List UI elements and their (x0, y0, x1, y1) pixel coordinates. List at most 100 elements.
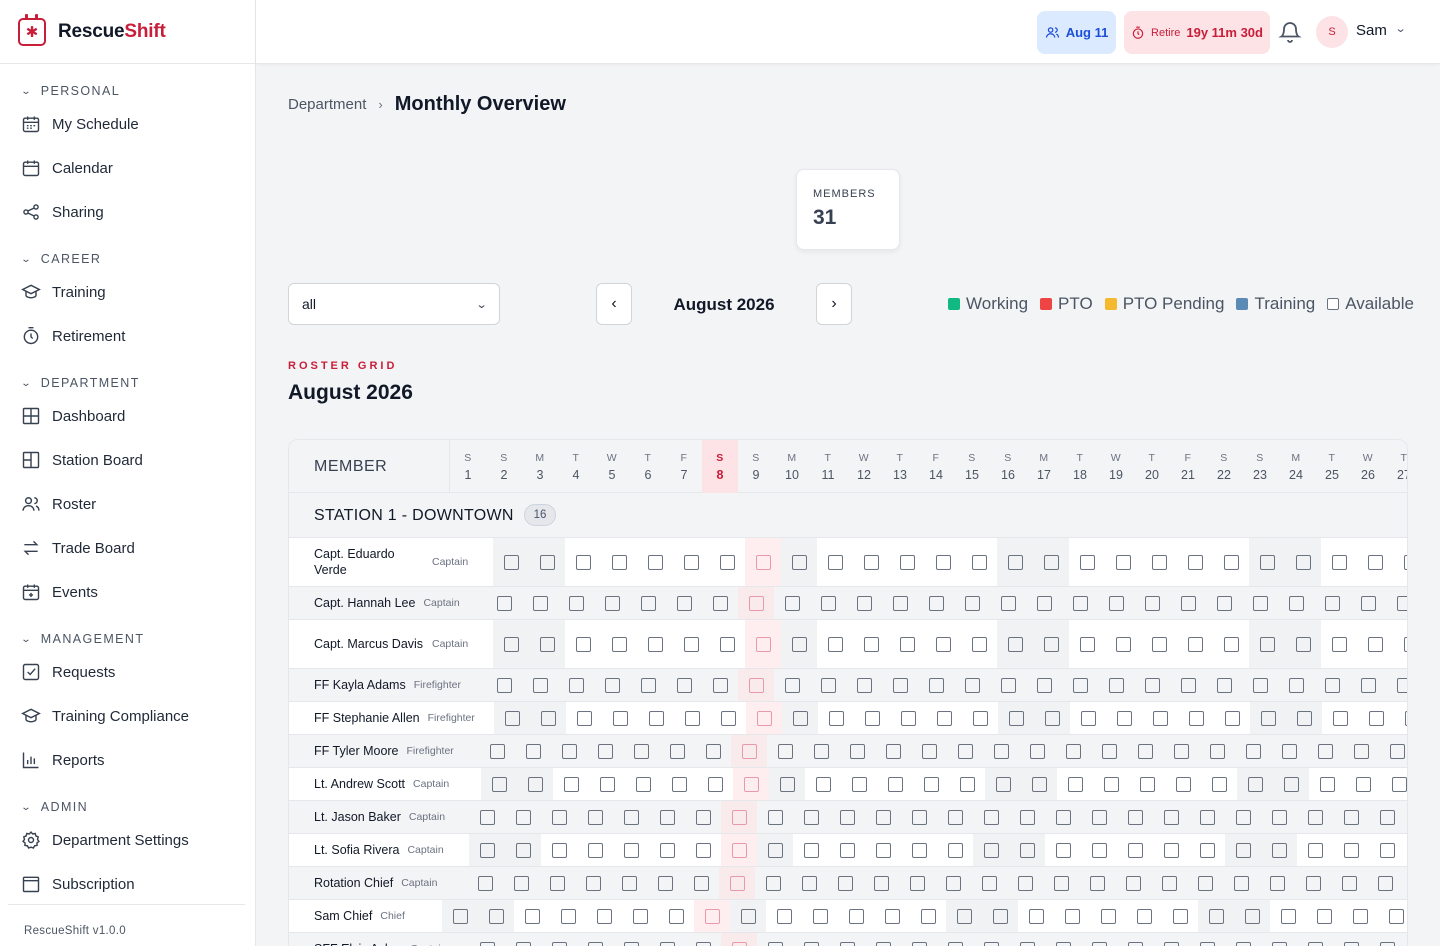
roster-cell-checkbox[interactable] (1017, 875, 1033, 891)
roster-cell-checkbox[interactable] (479, 941, 495, 946)
roster-cell-checkbox[interactable] (1199, 809, 1215, 825)
roster-cell-checkbox[interactable] (1259, 554, 1275, 570)
roster-cell-checkbox[interactable] (892, 595, 908, 611)
roster-cell-checkbox[interactable] (864, 710, 880, 726)
roster-cell-checkbox[interactable] (1151, 554, 1167, 570)
roster-cell-checkbox[interactable] (1404, 710, 1407, 726)
roster-cell-checkbox[interactable] (1331, 636, 1347, 652)
avatar[interactable]: S (1316, 16, 1348, 48)
roster-cell-checkbox[interactable] (820, 677, 836, 693)
roster-cell-checkbox[interactable] (729, 875, 745, 891)
member-name[interactable]: SFF Elvis Acker (314, 941, 402, 946)
roster-cell-checkbox[interactable] (964, 677, 980, 693)
roster-cell-checkbox[interactable] (1245, 743, 1261, 759)
roster-cell-checkbox[interactable] (676, 677, 692, 693)
roster-cell-checkbox[interactable] (1197, 875, 1213, 891)
sidebar-item-events[interactable]: Events (0, 570, 255, 614)
roster-cell-checkbox[interactable] (551, 842, 567, 858)
day-column-header[interactable]: F7 (666, 440, 702, 493)
roster-cell-checkbox[interactable] (909, 875, 925, 891)
roster-cell-checkbox[interactable] (695, 941, 711, 946)
member-row[interactable]: Lt. Jason Baker Captain (289, 801, 1407, 834)
roster-cell-checkbox[interactable] (792, 710, 808, 726)
roster-cell-checkbox[interactable] (1305, 875, 1321, 891)
roster-cell-checkbox[interactable] (1353, 743, 1369, 759)
day-column-header[interactable]: T 11 (810, 440, 846, 493)
brand[interactable]: ✱ RescueShift (0, 0, 255, 64)
roster-cell-checkbox[interactable] (995, 776, 1011, 792)
roster-cell-checkbox[interactable] (587, 809, 603, 825)
sidebar-item-trade-board[interactable]: Trade Board (0, 526, 255, 570)
roster-cell-checkbox[interactable] (1199, 842, 1215, 858)
roster-cell-checkbox[interactable] (815, 776, 831, 792)
roster-cell-checkbox[interactable] (856, 677, 872, 693)
roster-cell-checkbox[interactable] (1137, 743, 1153, 759)
roster-cell-checkbox[interactable] (899, 636, 915, 652)
roster-cell-checkbox[interactable] (587, 941, 603, 946)
roster-cell-checkbox[interactable] (748, 677, 764, 693)
roster-cell-checkbox[interactable] (1360, 677, 1376, 693)
member-row[interactable]: Capt. Eduardo Verde Captain (289, 538, 1407, 587)
roster-cell-checkbox[interactable] (1377, 875, 1393, 891)
roster-cell-checkbox[interactable] (1065, 743, 1081, 759)
roster-cell-checkbox[interactable] (659, 809, 675, 825)
roster-cell-checkbox[interactable] (784, 595, 800, 611)
roster-cell-checkbox[interactable] (515, 809, 531, 825)
roster-cell-checkbox[interactable] (1067, 776, 1083, 792)
roster-cell-checkbox[interactable] (828, 710, 844, 726)
roster-cell-checkbox[interactable] (1127, 941, 1143, 946)
roster-cell-checkbox[interactable] (1028, 908, 1044, 924)
bell-icon[interactable] (1278, 20, 1302, 44)
member-name[interactable]: Sam Chief (314, 908, 372, 924)
day-column-header[interactable]: S 23 (1242, 440, 1278, 493)
roster-cell-checkbox[interactable] (1316, 908, 1332, 924)
roster-cell-checkbox[interactable] (920, 908, 936, 924)
roster-cell-checkbox[interactable] (1173, 743, 1189, 759)
roster-cell-checkbox[interactable] (899, 554, 915, 570)
roster-cell-checkbox[interactable] (683, 636, 699, 652)
day-column-header[interactable]: S 16 (990, 440, 1026, 493)
roster-cell-checkbox[interactable] (983, 941, 999, 946)
roster-cell-checkbox[interactable] (1043, 636, 1059, 652)
roster-cell-checkbox[interactable] (1295, 554, 1311, 570)
roster-cell-checkbox[interactable] (1163, 809, 1179, 825)
roster-cell-checkbox[interactable] (1295, 636, 1311, 652)
roster-cell-checkbox[interactable] (755, 554, 771, 570)
roster-cell-checkbox[interactable] (1391, 776, 1407, 792)
roster-cell-checkbox[interactable] (587, 842, 603, 858)
roster-cell-checkbox[interactable] (1379, 941, 1395, 946)
roster-cell-checkbox[interactable] (767, 941, 783, 946)
roster-cell-checkbox[interactable] (1367, 636, 1383, 652)
roster-cell-checkbox[interactable] (1260, 710, 1276, 726)
roster-cell-checkbox[interactable] (1332, 710, 1348, 726)
station-group-row[interactable]: STATION 1 - DOWNTOWN 16 (289, 493, 1407, 538)
roster-cell-checkbox[interactable] (892, 677, 908, 693)
day-column-header[interactable]: T 27 (1386, 440, 1407, 493)
sidebar-item-training[interactable]: Training (0, 270, 255, 314)
roster-cell-checkbox[interactable] (923, 776, 939, 792)
roster-cell-checkbox[interactable] (1317, 743, 1333, 759)
roster-cell-checkbox[interactable] (1019, 842, 1035, 858)
roster-cell-checkbox[interactable] (532, 595, 548, 611)
roster-cell-checkbox[interactable] (1079, 554, 1095, 570)
day-column-header[interactable]: T 18 (1062, 440, 1098, 493)
roster-cell-checkbox[interactable] (1324, 595, 1340, 611)
roster-cell-checkbox[interactable] (503, 636, 519, 652)
roster-cell-checkbox[interactable] (1343, 842, 1359, 858)
roster-cell-checkbox[interactable] (1209, 743, 1225, 759)
roster-cell-checkbox[interactable] (803, 941, 819, 946)
roster-cell-checkbox[interactable] (856, 595, 872, 611)
roster-cell-checkbox[interactable] (1152, 710, 1168, 726)
roster-cell-checkbox[interactable] (972, 710, 988, 726)
roster-cell-checkbox[interactable] (524, 908, 540, 924)
roster-cell-checkbox[interactable] (540, 710, 556, 726)
roster-cell-checkbox[interactable] (561, 743, 577, 759)
roster-cell-checkbox[interactable] (585, 875, 601, 891)
roster-cell-checkbox[interactable] (704, 908, 720, 924)
roster-cell-checkbox[interactable] (551, 941, 567, 946)
roster-cell-checkbox[interactable] (527, 776, 543, 792)
roster-cell-checkbox[interactable] (1403, 636, 1407, 652)
roster-cell-checkbox[interactable] (657, 875, 673, 891)
day-column-header[interactable]: M3 (522, 440, 558, 493)
roster-cell-checkbox[interactable] (1235, 809, 1251, 825)
